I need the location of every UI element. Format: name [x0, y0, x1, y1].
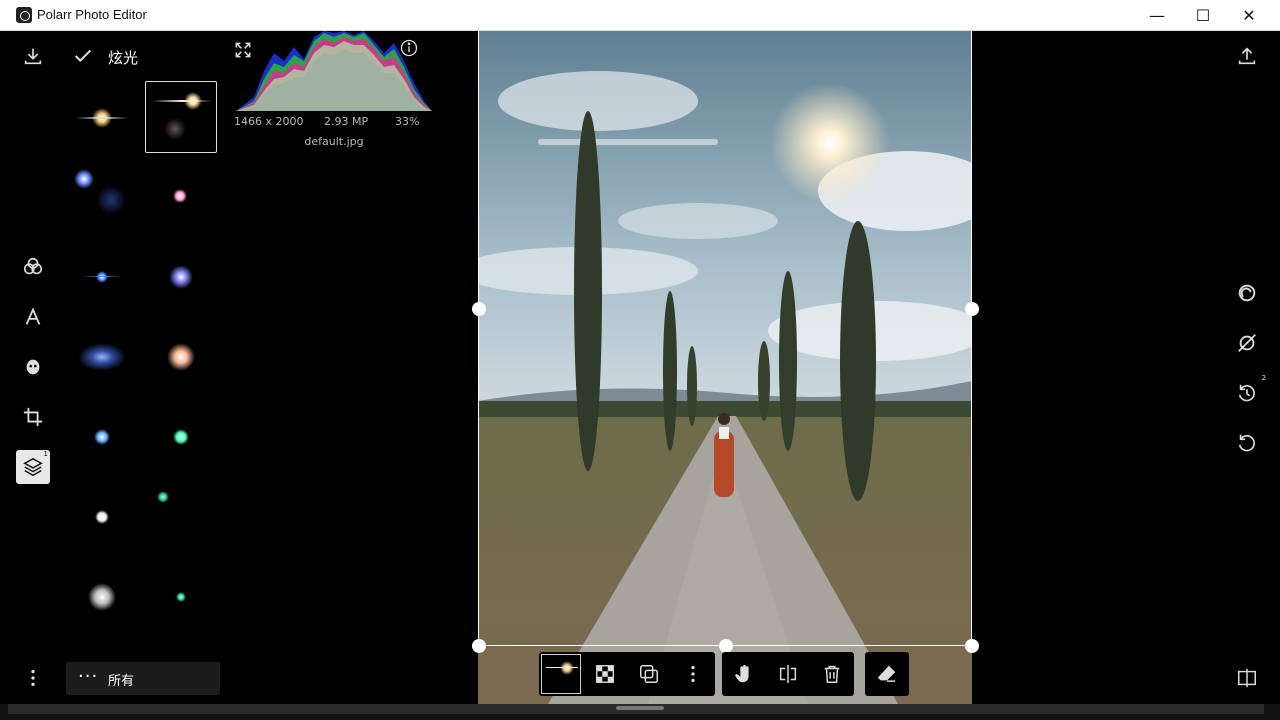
- expand-icon: [235, 42, 251, 58]
- filters-icon: [23, 257, 43, 275]
- editor-app: 炫光 1 ··· 所有 1466 x 2000 2.93 MP 33% defa…: [8, 31, 1266, 704]
- layer-more-button[interactable]: [671, 652, 715, 696]
- filters-tool-button[interactable]: [16, 250, 50, 284]
- resize-handle-bottom[interactable]: [719, 639, 733, 653]
- face-icon: [26, 359, 40, 375]
- photo-image: [478, 31, 972, 704]
- flare-thumbnail-1[interactable]: [66, 82, 138, 154]
- layers-count-badge: 1: [43, 450, 48, 458]
- flare-thumbnail-8[interactable]: [145, 321, 217, 393]
- reset-button[interactable]: [1230, 426, 1264, 460]
- move-hand-button[interactable]: [722, 652, 766, 696]
- photo-canvas[interactable]: [478, 31, 972, 704]
- download-button[interactable]: [16, 39, 50, 73]
- blend-mode-button[interactable]: [627, 652, 671, 696]
- flare-thumbnail-5[interactable]: [66, 241, 138, 313]
- horizontal-scrollbar[interactable]: [0, 704, 1280, 720]
- zoom-level: 33%: [395, 115, 420, 128]
- transform-toolbar: [722, 652, 854, 696]
- more-vertical-icon: [691, 665, 695, 683]
- transparency-button[interactable]: [583, 652, 627, 696]
- download-icon: [24, 48, 42, 65]
- crop-tool-button[interactable]: [16, 400, 50, 434]
- text-tool-button[interactable]: [16, 300, 50, 334]
- mask-off-icon: [1238, 334, 1256, 352]
- blend-icon: [640, 665, 658, 683]
- eraser-button[interactable]: [865, 652, 909, 696]
- flare-thumbnail-6[interactable]: [145, 241, 217, 313]
- image-dimensions: 1466 x 2000: [234, 115, 304, 128]
- history-count-badge: 2: [1261, 374, 1266, 382]
- minimize-button[interactable]: —: [1134, 0, 1180, 31]
- flare-thumbnail-11[interactable]: [66, 481, 138, 553]
- more-horizontal-icon: ···: [78, 666, 99, 687]
- resize-handle-bottom-right[interactable]: [965, 639, 979, 653]
- flare-thumbnail-14[interactable]: [145, 561, 217, 633]
- trash-icon: [824, 665, 840, 683]
- resize-handle-left[interactable]: [472, 302, 486, 316]
- layer-toolbar: [539, 652, 715, 696]
- expand-histogram-button[interactable]: [226, 33, 260, 67]
- eraser-toolbar: [865, 652, 909, 696]
- hand-icon: [735, 664, 749, 683]
- history-button[interactable]: 2: [1230, 374, 1266, 410]
- app-logo-icon: [16, 7, 32, 23]
- flare-thumbnail-12[interactable]: [145, 481, 217, 553]
- info-icon: [400, 39, 418, 57]
- layers-icon: [23, 457, 43, 477]
- reset-icon: [1238, 434, 1255, 452]
- flare-thumbnail-13[interactable]: [66, 561, 138, 633]
- flare-thumbnail-7[interactable]: [66, 321, 138, 393]
- delete-layer-button[interactable]: [810, 652, 854, 696]
- flare-category-selector[interactable]: ··· 所有: [66, 662, 220, 695]
- maximize-button[interactable]: ☐: [1180, 0, 1226, 31]
- eraser-icon: [877, 665, 896, 682]
- flare-thumbnail-2[interactable]: [145, 81, 217, 153]
- flare-thumbnail-10[interactable]: [145, 401, 217, 473]
- flare-thumbnail-4[interactable]: [145, 161, 217, 233]
- face-tool-button[interactable]: [16, 350, 50, 384]
- text-icon: [25, 307, 41, 325]
- flare-thumbnail-3[interactable]: [66, 161, 138, 233]
- scrollbar-thumb[interactable]: [616, 706, 664, 710]
- window-title: Polarr Photo Editor: [37, 7, 147, 22]
- close-button[interactable]: ✕: [1226, 0, 1272, 31]
- history-icon: [1238, 384, 1255, 402]
- export-icon: [1238, 47, 1256, 65]
- crop-icon: [23, 407, 43, 427]
- flare-thumbnail-9[interactable]: [66, 401, 138, 473]
- retouch-button[interactable]: [1230, 276, 1264, 310]
- image-filename: default.jpg: [304, 135, 364, 148]
- compare-icon: [1238, 668, 1256, 688]
- check-icon: [74, 49, 92, 63]
- flip-button[interactable]: [766, 652, 810, 696]
- more-vertical-icon: [31, 669, 35, 687]
- title-bar: Polarr Photo Editor — ☐ ✕: [0, 0, 1280, 31]
- resize-handle-right[interactable]: [965, 302, 979, 316]
- filter-category-title: 炫光: [108, 49, 139, 67]
- export-button[interactable]: [1230, 39, 1264, 73]
- apply-filter-button[interactable]: [66, 39, 100, 73]
- overlay-thumb: [541, 654, 581, 694]
- flip-icon: [779, 664, 797, 684]
- more-options-button[interactable]: [16, 661, 50, 695]
- layers-tool-button[interactable]: 1: [16, 450, 50, 484]
- category-label: 所有: [108, 674, 135, 689]
- overlay-thumbnail-button[interactable]: [539, 652, 583, 696]
- mask-toggle-button[interactable]: [1230, 326, 1264, 360]
- image-info-button[interactable]: [392, 31, 426, 65]
- image-megapixels: 2.93 MP: [324, 115, 369, 128]
- checker-icon: [596, 665, 614, 683]
- resize-handle-bottom-left[interactable]: [472, 639, 486, 653]
- retouch-icon: [1238, 284, 1256, 302]
- compare-button[interactable]: [1230, 661, 1264, 695]
